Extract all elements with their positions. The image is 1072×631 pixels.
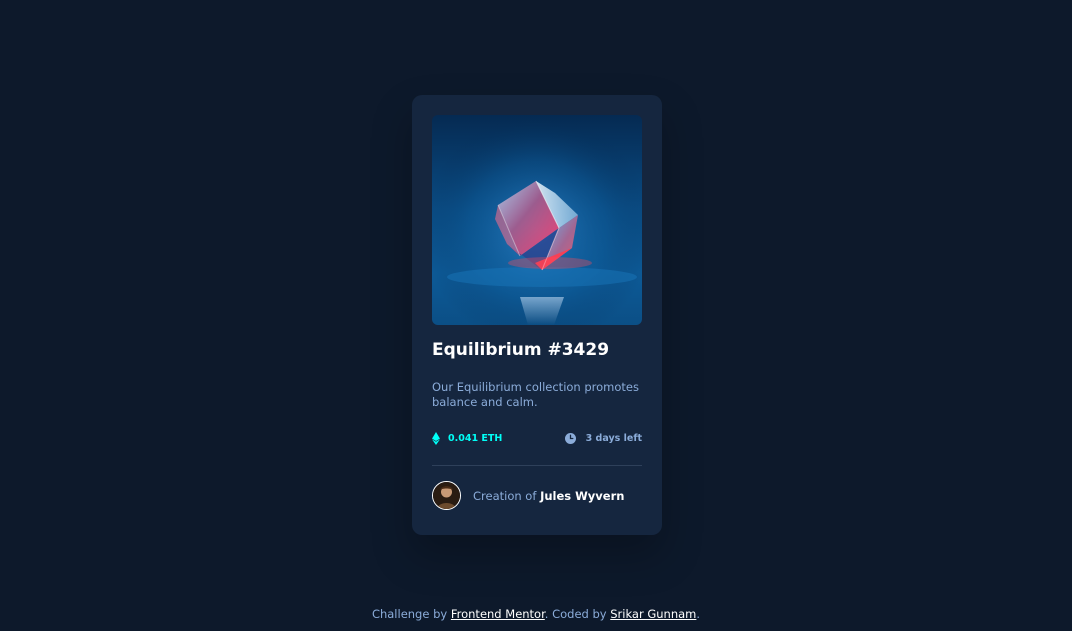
nft-price: 0.041 ETH	[432, 431, 502, 445]
creator-text: Creation of Jules Wyvern	[473, 489, 624, 503]
card-divider	[432, 465, 642, 466]
nft-title[interactable]: Equilibrium #3429	[432, 338, 642, 362]
avatar	[432, 481, 461, 510]
ethereum-icon	[432, 431, 440, 445]
footer-suffix: .	[696, 607, 701, 621]
clock-icon	[564, 432, 576, 444]
author-link[interactable]: Srikar Gunnam	[610, 607, 696, 621]
nft-meta: 0.041 ETH 3 days left	[432, 431, 642, 445]
attribution-footer: Challenge by Frontend Mentor. Coded by S…	[0, 606, 1072, 622]
equilibrium-cube-image	[432, 115, 642, 325]
coded-prefix: . Coded by	[544, 607, 607, 621]
creator-name[interactable]: Jules Wyvern	[540, 489, 624, 503]
nft-time-left: 3 days left	[564, 431, 642, 445]
challenge-prefix: Challenge by	[371, 607, 448, 621]
creator-row: Creation of Jules Wyvern	[432, 481, 642, 510]
nft-image[interactable]	[432, 115, 642, 325]
frontend-mentor-link[interactable]: Frontend Mentor	[451, 607, 545, 621]
price-value: 0.041 ETH	[448, 432, 503, 444]
creator-prefix: Creation of	[473, 488, 537, 503]
nft-description: Our Equilibrium collection promotes bala…	[432, 380, 639, 409]
nft-card: Equilibrium #3429 Our Equilibrium collec…	[412, 95, 662, 535]
time-left-value: 3 days left	[585, 432, 642, 444]
